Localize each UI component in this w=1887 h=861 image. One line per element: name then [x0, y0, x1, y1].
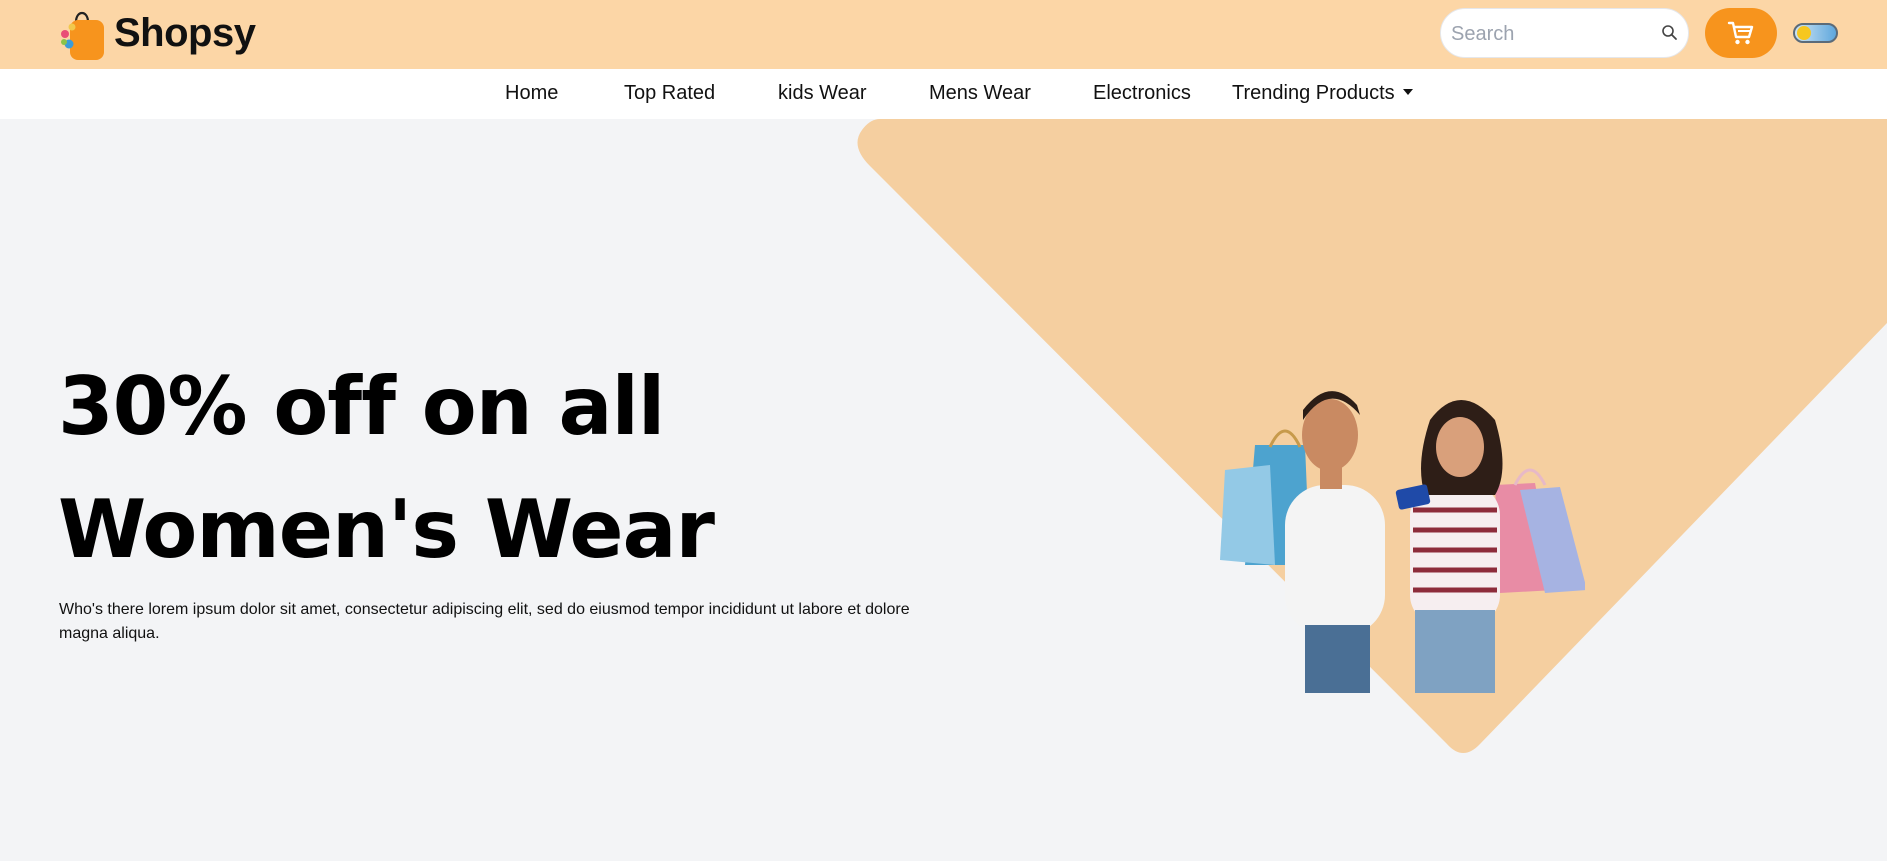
- caret-down-icon: [1402, 89, 1413, 95]
- nav-item-mens-wear[interactable]: Mens Wear: [929, 82, 1031, 105]
- search-icon[interactable]: [1661, 24, 1678, 41]
- brand-name: Shopsy: [114, 10, 256, 55]
- theme-toggle[interactable]: [1793, 23, 1838, 43]
- nav-item-trending-label: Trending Products: [1232, 82, 1395, 104]
- nav-item-home[interactable]: Home: [505, 82, 558, 105]
- nav-item-trending-products[interactable]: Trending Products: [1232, 82, 1413, 105]
- cart-button[interactable]: [1705, 8, 1777, 58]
- search-box[interactable]: [1440, 8, 1689, 58]
- sun-icon: [1797, 26, 1811, 40]
- top-bar: Shopsy: [0, 0, 1887, 69]
- shopping-bag-logo-icon: [61, 11, 104, 60]
- main-nav: Home Top Rated kids Wear Mens Wear Elect…: [0, 69, 1887, 119]
- nav-item-kids-wear[interactable]: kids Wear: [778, 82, 867, 105]
- search-input[interactable]: [1451, 19, 1651, 49]
- hero-title: 30% off on all Women's Wear: [58, 345, 958, 591]
- hero-image-shoppers: [1220, 391, 1585, 693]
- brand-logo[interactable]: Shopsy: [58, 4, 256, 62]
- nav-item-top-rated[interactable]: Top Rated: [624, 82, 715, 105]
- hero-title-line-1: 30% off on all: [58, 360, 665, 453]
- nav-item-electronics[interactable]: Electronics: [1093, 82, 1191, 105]
- cart-icon: [1727, 21, 1754, 45]
- hero-description: Who's there lorem ipsum dolor sit amet, …: [59, 601, 910, 642]
- hero-title-line-2: Women's Wear: [58, 483, 715, 576]
